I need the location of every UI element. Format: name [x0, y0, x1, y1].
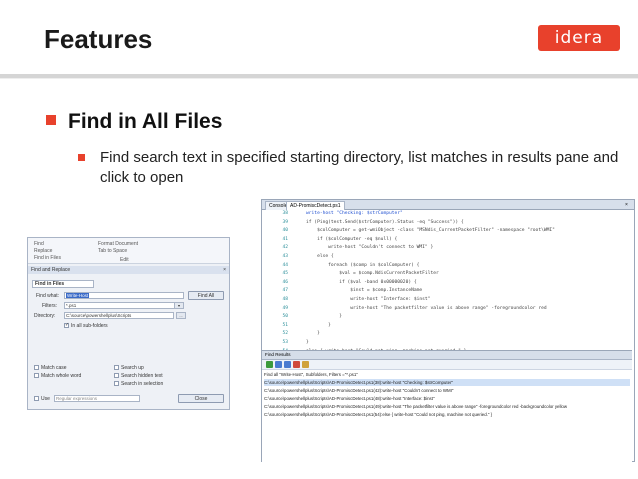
slide-title: Features [44, 24, 153, 54]
search-in-selection-checkbox[interactable] [114, 381, 119, 386]
dialog-title: Find and Replace [31, 267, 71, 273]
browse-button[interactable]: ... [176, 312, 186, 319]
previous-icon[interactable] [275, 361, 282, 368]
bullet-level2: Find search text in specified starting d… [78, 148, 620, 188]
use-label: Use [41, 396, 50, 402]
stop-icon[interactable] [302, 361, 309, 368]
bullet-square-small-icon [78, 154, 85, 161]
code-line[interactable]: 41 if ($colComputer -eq $null) { [262, 236, 634, 244]
use-select[interactable]: Regular expressions [54, 395, 140, 402]
tab-ad-promisc-detect[interactable]: AD-PromiscDetect.ps1 [286, 201, 345, 210]
find-result-item[interactable]: C:\source\powershellplus\Scripts\AD-Prom… [264, 403, 630, 410]
use-checkbox[interactable] [34, 396, 39, 401]
subfolders-label: In all sub-folders [71, 323, 108, 329]
search-up-checkbox[interactable] [114, 365, 119, 370]
find-results-summary: Find all "Write-Host", Subfolders, Filte… [264, 372, 358, 377]
filters-input[interactable]: *.ps1 [64, 302, 184, 309]
subfolders-checkbox[interactable] [64, 322, 69, 328]
close-button[interactable]: Close [178, 394, 224, 403]
find-results-box: Find Results Find all "Write-Host", Subf… [262, 350, 632, 460]
bullet-square-icon [46, 115, 56, 125]
find-what-label: Find what: [36, 293, 60, 299]
bullet-level2-text: Find search text in specified starting d… [100, 149, 619, 186]
code-text: $colComputer = get-wmiObject -class "MSN… [306, 228, 555, 234]
find-in-files-tab[interactable]: Find in Files [32, 280, 94, 288]
match-case-checkbox[interactable] [34, 365, 39, 370]
find-results-header: Find Results [262, 351, 632, 360]
directory-input[interactable]: C:\source\powershellplus\Scripts [64, 312, 174, 319]
ribbon-find[interactable]: Find [34, 241, 44, 247]
directory-label: Directory: [34, 313, 56, 319]
filters-label: Filters: [42, 303, 57, 309]
code-line[interactable]: 39 if (Ping(test.Send($strComputer).Statu… [262, 219, 634, 227]
find-results-toolbar [262, 360, 632, 370]
title-divider-shadow [0, 78, 638, 79]
ribbon: Find Replace Find in Files Format Docume… [28, 238, 229, 264]
bullet-level1-text: Find in All Files [68, 110, 223, 133]
find-all-button[interactable]: Find All [188, 291, 224, 300]
code-text: write-host "Checking: $strComputer" [306, 211, 403, 216]
editor-tab-bar: Console AD-PromiscDetect.ps1 × [262, 200, 634, 210]
code-line[interactable]: 40 $colComputer = get-wmiObject -class "… [262, 227, 634, 235]
find-what-input[interactable]: Write-Host [64, 292, 184, 299]
search-hidden-text-checkbox[interactable] [114, 373, 119, 378]
find-result-item[interactable]: C:\source\powershellplus\Scripts\AD-Prom… [264, 387, 630, 394]
next-icon[interactable] [284, 361, 291, 368]
line-number: 41 [282, 236, 288, 242]
ribbon-replace[interactable]: Replace [34, 248, 52, 254]
idera-logo: idera [538, 25, 620, 51]
find-result-item[interactable]: C:\source\powershellplus\Scripts\AD-Prom… [264, 379, 630, 386]
filters-dropdown-icon[interactable]: ▾ [174, 302, 184, 309]
code-text: if (Ping(test.Send($strComputer).Status … [306, 219, 464, 225]
ribbon-tab-to-space[interactable]: Tab to Space [98, 248, 127, 254]
bullet-level1: Find in All Files [46, 110, 222, 134]
find-what-value: Write-Host [66, 293, 90, 298]
search-hidden-text-label: Search hidden text [121, 373, 163, 379]
find-result-item[interactable]: C:\source\powershellplus\Scripts\AD-Prom… [264, 411, 630, 418]
ribbon-group-edit: Edit [120, 257, 129, 263]
code-line[interactable]: 38 write-host "Checking: $strComputer" [262, 210, 634, 218]
match-whole-word-label: Match whole word [41, 373, 82, 379]
tab-close-icon[interactable]: × [622, 201, 631, 209]
match-whole-word-checkbox[interactable] [34, 373, 39, 378]
search-up-label: Search up [121, 365, 144, 371]
match-case-label: Match case [41, 365, 67, 371]
line-number: 38 [282, 211, 288, 216]
line-number: 39 [282, 219, 288, 225]
clear-icon[interactable] [293, 361, 300, 368]
find-result-item[interactable]: C:\source\powershellplus\Scripts\AD-Prom… [264, 395, 630, 402]
search-in-selection-label: Search in selection [121, 381, 164, 387]
line-number: 40 [282, 228, 288, 234]
code-text: if ($colComputer -eq $null) { [306, 236, 398, 242]
dialog-close-icon[interactable]: × [223, 266, 226, 274]
ribbon-format-document[interactable]: Format Document [98, 241, 138, 247]
dialog-title-bar: Find and Replace × [28, 266, 229, 274]
go-to-icon[interactable] [266, 361, 273, 368]
find-replace-window: Find Replace Find in Files Format Docume… [27, 237, 230, 410]
ribbon-find-in-files[interactable]: Find in Files [34, 255, 61, 261]
